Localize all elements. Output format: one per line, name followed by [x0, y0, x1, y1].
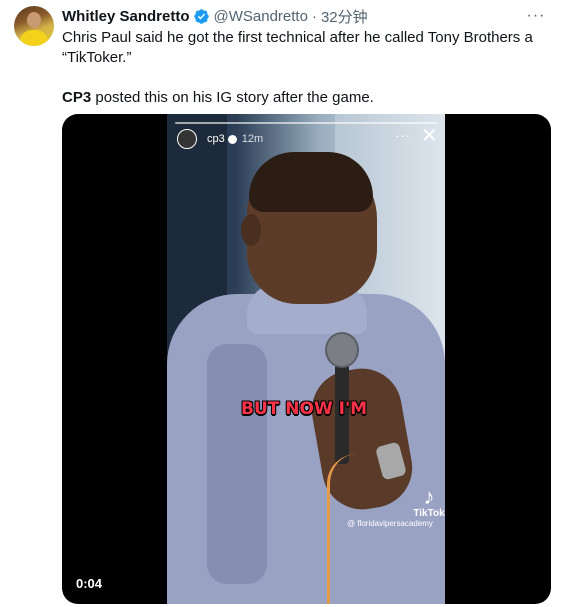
verified-badge-icon [193, 8, 209, 24]
tweet-timestamp[interactable]: 32分钟 [321, 6, 368, 27]
story-verified-icon [227, 134, 237, 144]
author-name[interactable]: Whitley Sandretto [62, 8, 190, 25]
story-close-icon: ✕ [421, 125, 438, 147]
video-frame: cp3 12m ··· ✕ BUT NOW I'M ♪ TikTok @ flo… [167, 114, 445, 604]
avatar-shirt [20, 30, 48, 46]
avatar-face [27, 12, 41, 28]
tiktok-watermark: ♪ TikTok [409, 484, 445, 520]
story-age: 12m [241, 133, 264, 145]
story-username: cp3 [207, 133, 225, 145]
story-progress-bar [175, 122, 437, 124]
tweet: Whitley Sandretto @WSandretto · 32分钟 ···… [0, 0, 562, 607]
tweet-text: Chris Paul said he got the first technic… [62, 28, 544, 108]
tiktok-label: TikTok [413, 508, 445, 519]
person-hair [249, 152, 373, 212]
tweet-text-line2: CP3 posted this on his IG story after th… [62, 88, 544, 108]
story-avatar [177, 129, 197, 149]
video-duration: 0:04 [76, 576, 103, 591]
microphone-cable [327, 454, 357, 604]
story-user: cp3 12m [177, 128, 263, 150]
tiktok-handle: @ floridavipersacademy [347, 519, 433, 528]
story-more-icon: ··· [395, 128, 411, 143]
more-options-icon[interactable]: ··· [524, 6, 548, 26]
video-player[interactable]: cp3 12m ··· ✕ BUT NOW I'M ♪ TikTok @ flo… [62, 114, 551, 604]
video-caption: BUT NOW I'M [241, 399, 368, 419]
tiktok-icon: ♪ [423, 484, 435, 509]
author-avatar[interactable] [14, 6, 54, 46]
tweet-text-line1: Chris Paul said he got the first technic… [62, 29, 533, 66]
author-handle[interactable]: @WSandretto [214, 8, 308, 25]
person-shirt-shadow [207, 344, 267, 584]
microphone-head [325, 332, 359, 368]
tweet-text-bold: CP3 [62, 89, 92, 106]
person-ear [241, 214, 261, 246]
header-separator: · [311, 7, 317, 25]
tweet-text-rest: posted this on his IG story after the ga… [91, 89, 374, 106]
tweet-header: Whitley Sandretto @WSandretto · 32分钟 [62, 6, 368, 26]
